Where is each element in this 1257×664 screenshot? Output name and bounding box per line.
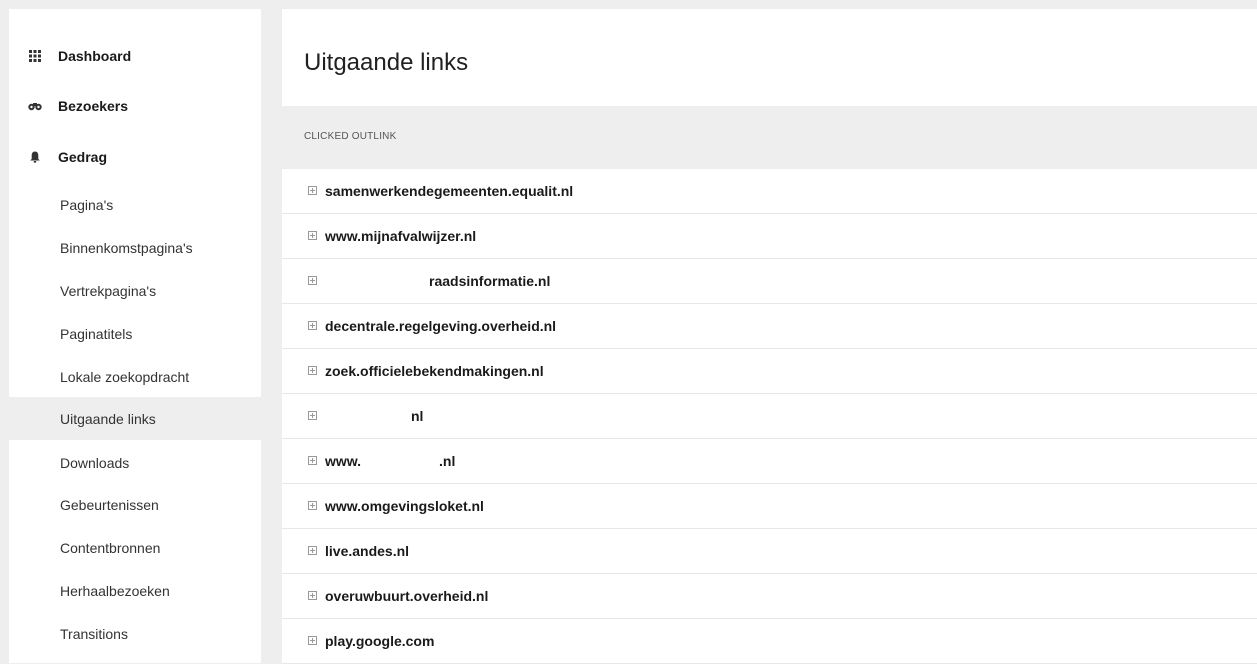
expand-icon[interactable] [308, 276, 317, 285]
url-end: .nl [439, 453, 456, 469]
sidebar-item-uitgaande-links[interactable]: Uitgaande links [9, 397, 261, 440]
sidebar-item-paginatitels[interactable]: Paginatitels [9, 312, 261, 355]
expand-icon[interactable] [308, 321, 317, 330]
nav-bezoekers[interactable]: Bezoekers [9, 81, 261, 131]
table-row[interactable]: overuwbuurt.overheid.nl [282, 574, 1257, 619]
sidebar-item-label: Contentbronnen [60, 539, 161, 556]
sidebar-item-label: Lokale zoekopdracht [60, 368, 190, 385]
outlink-url: www.omgevingsloket.nl [325, 498, 484, 514]
table-row[interactable]: samenwerkendegemeenten.equalit.nl [282, 169, 1257, 214]
table-row[interactable]: raadsinformatie.nl [282, 259, 1257, 304]
column-header-clicked-outlink[interactable]: CLICKED OUTLINK [304, 131, 396, 142]
outlink-url: samenwerkendegemeenten.equalit.nl [325, 183, 574, 199]
outlink-url: overuwbuurt.overheid.nl [325, 588, 489, 604]
table-row[interactable]: decentrale.regelgeving.overheid.nl [282, 304, 1257, 349]
sidebar-item-label: Gebeurtenissen [60, 496, 159, 513]
binoculars-icon [27, 98, 43, 114]
nav-dashboard[interactable]: Dashboard [9, 31, 261, 81]
outlink-url: live.andes.nl [325, 543, 410, 559]
sidebar-item-binnenkomstpaginas[interactable]: Binnenkomstpagina's [9, 226, 261, 269]
outlink-url: zoek.officielebekendmakingen.nl [325, 363, 544, 379]
expand-icon[interactable] [308, 411, 317, 420]
table-row[interactable]: zoek.officielebekendmakingen.nl [282, 349, 1257, 394]
outlink-url: decentrale.regelgeving.overheid.nl [325, 318, 557, 334]
sidebar-item-downloads[interactable]: Downloads [9, 441, 261, 484]
sidebar-item-label: Binnenkomstpagina's [60, 239, 193, 256]
sidebar-item-label: Uitgaande links [60, 410, 156, 427]
sidebar-item-gebeurtenissen[interactable]: Gebeurtenissen [9, 483, 261, 526]
nav-label: Dashboard [58, 48, 132, 64]
sidebar-item-label: Transitions [60, 625, 128, 642]
expand-icon[interactable] [308, 231, 317, 240]
sidebar-item-paginas[interactable]: Pagina's [9, 183, 261, 226]
expand-icon[interactable] [308, 591, 317, 600]
page-title: Uitgaande links [304, 49, 469, 76]
expand-icon[interactable] [308, 501, 317, 510]
sidebar: Dashboard Bezoekers Gedrag Pagina's Binn… [9, 9, 261, 663]
bell-icon [27, 149, 43, 165]
outlink-url: raadsinformatie.nl [429, 273, 551, 289]
table-row[interactable]: www.omgevingsloket.nl [282, 484, 1257, 529]
sidebar-item-label: Pagina's [60, 196, 114, 213]
outlink-url: play.google.com [325, 633, 435, 649]
expand-icon[interactable] [308, 546, 317, 555]
table-row[interactable]: live.andes.nl [282, 529, 1257, 574]
sidebar-item-vertrekpaginas[interactable]: Vertrekpagina's [9, 269, 261, 312]
sidebar-item-label: Paginatitels [60, 325, 133, 342]
sidebar-item-contentbronnen[interactable]: Contentbronnen [9, 526, 261, 569]
main-content: Uitgaande links CLICKED OUTLINK samenwer… [282, 9, 1257, 664]
expand-icon[interactable] [308, 456, 317, 465]
nav-label: Gedrag [58, 149, 108, 165]
sidebar-item-lokale-zoekopdracht[interactable]: Lokale zoekopdracht [9, 355, 261, 398]
sidebar-item-herhaalbezoeken[interactable]: Herhaalbezoeken [9, 569, 261, 612]
url-start: www. [325, 453, 362, 469]
nav-gedrag[interactable]: Gedrag [9, 132, 261, 182]
table-row[interactable]: nl [282, 394, 1257, 439]
nav-label: Bezoekers [58, 98, 129, 114]
table-row[interactable]: www. .nl [282, 439, 1257, 484]
grid-icon [27, 48, 43, 64]
outlink-url: www.mijnafvalwijzer.nl [325, 228, 477, 244]
outlink-url: nl [411, 408, 424, 424]
sidebar-item-label: Downloads [60, 454, 130, 471]
redacted-block [361, 455, 440, 470]
expand-icon[interactable] [308, 186, 317, 195]
table-header: CLICKED OUTLINK [282, 106, 1257, 169]
sidebar-item-label: Vertrekpagina's [60, 282, 157, 299]
expand-icon[interactable] [308, 366, 317, 375]
expand-icon[interactable] [308, 636, 317, 645]
table-row[interactable]: www.mijnafvalwijzer.nl [282, 214, 1257, 259]
sidebar-item-label: Herhaalbezoeken [60, 582, 170, 599]
table-row[interactable]: play.google.com [282, 619, 1257, 664]
sidebar-item-transitions[interactable]: Transitions [9, 612, 261, 655]
outlink-url: www. .nl [325, 453, 456, 470]
